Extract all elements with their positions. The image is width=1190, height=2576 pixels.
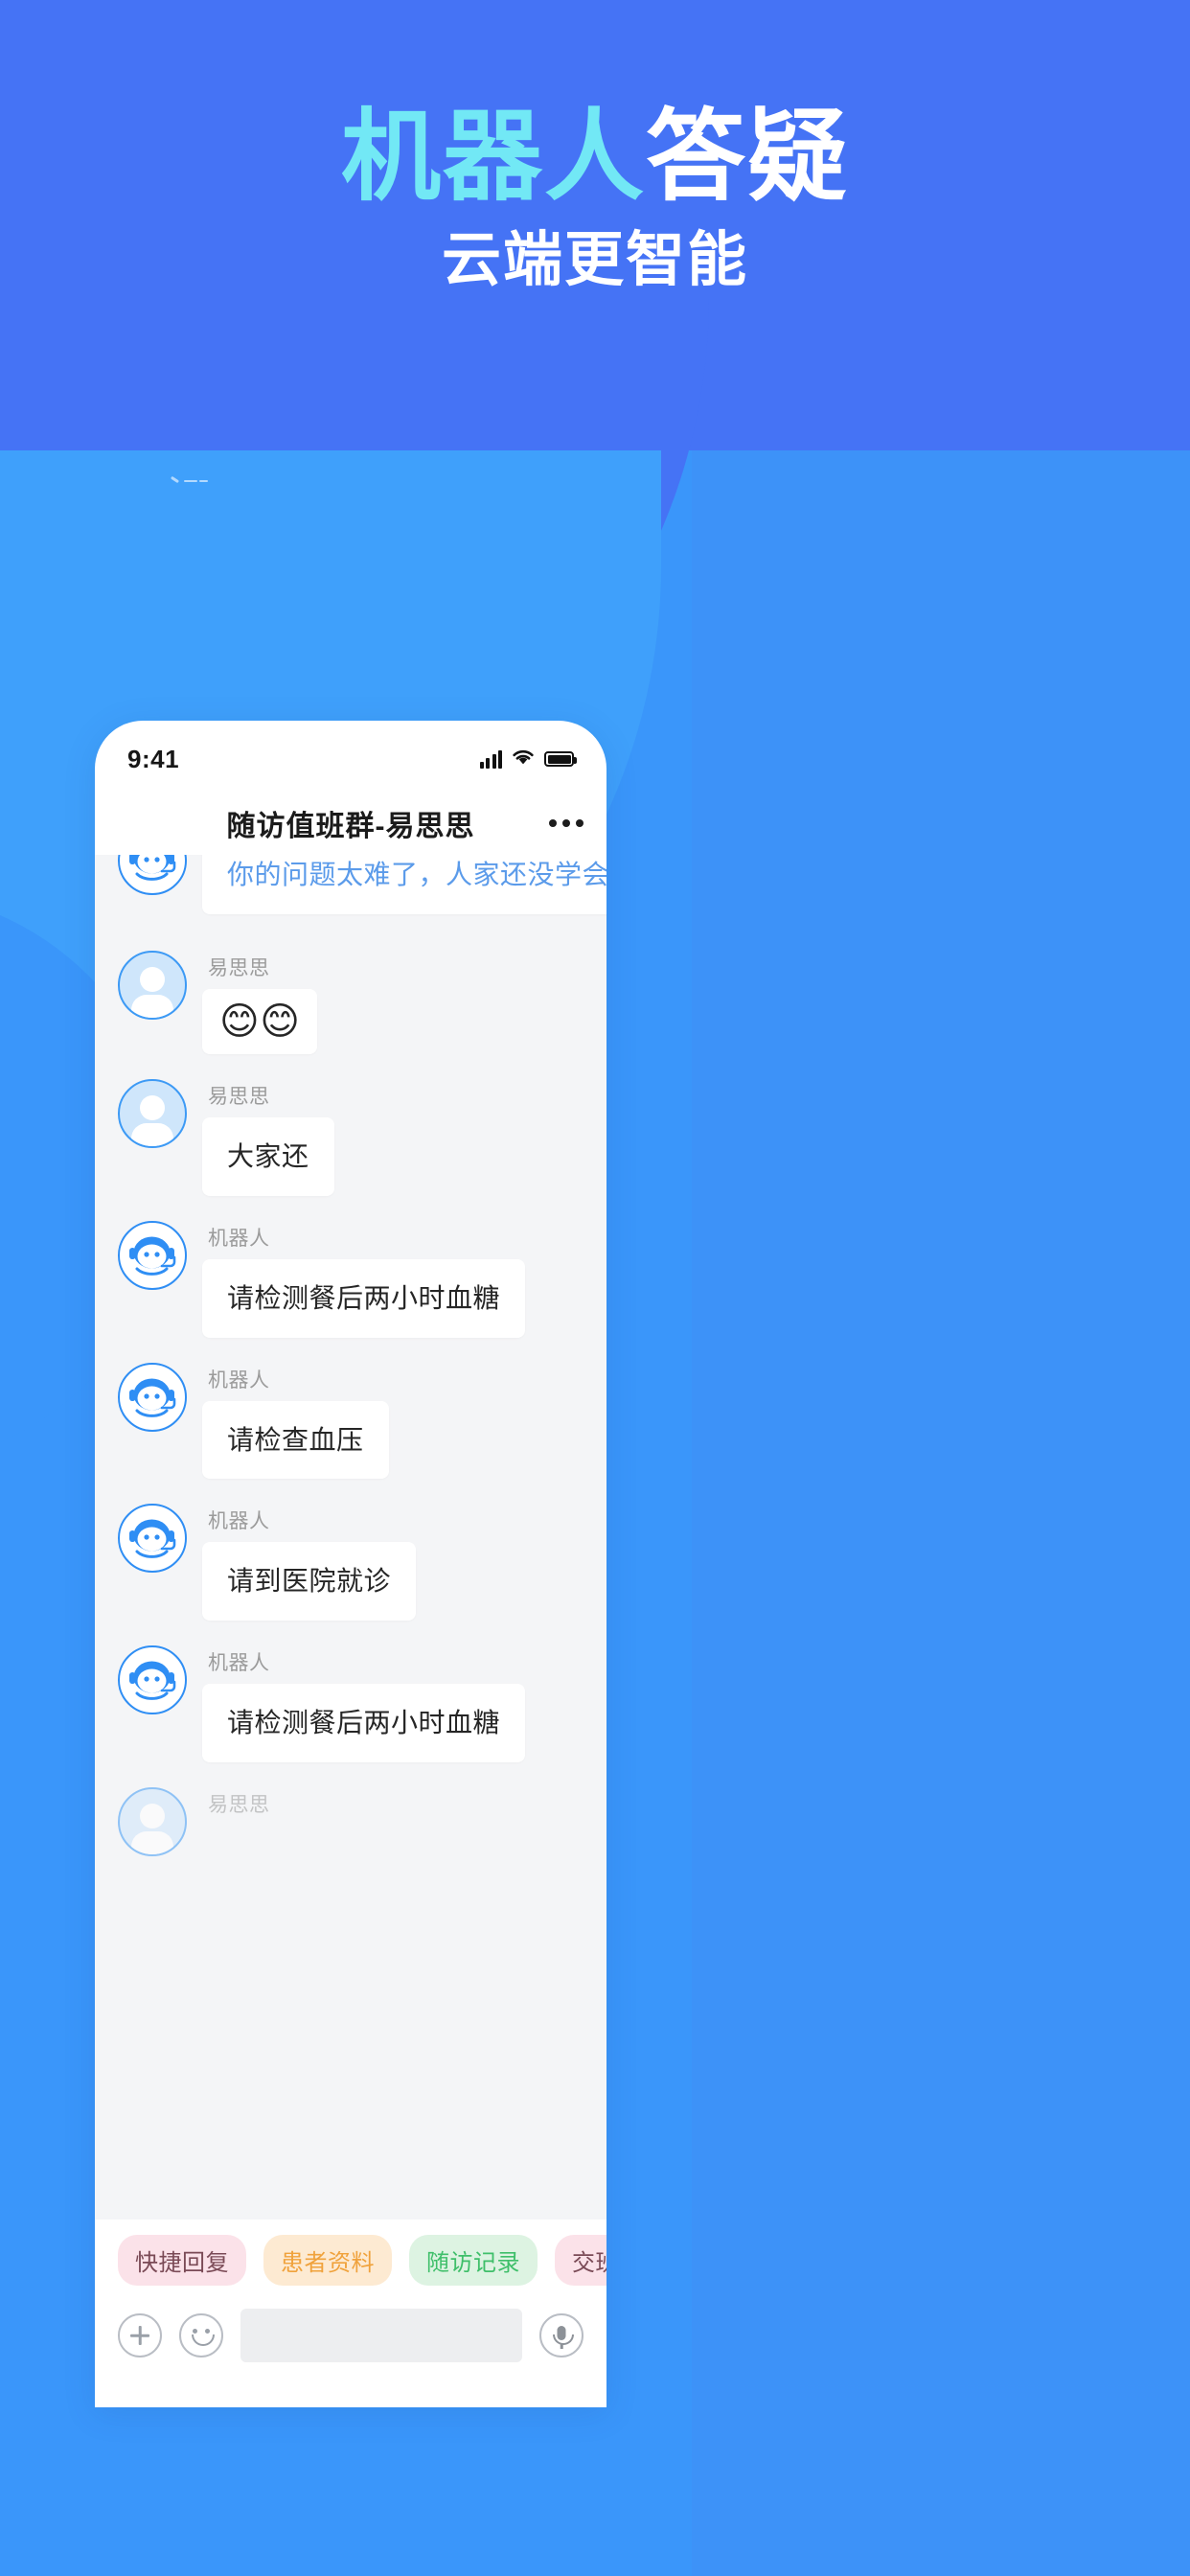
chat-message-sender: 机器人 xyxy=(208,1510,270,1533)
sparkle-decoration-icon xyxy=(170,475,209,486)
robot-avatar[interactable] xyxy=(118,855,187,895)
more-dots-icon[interactable] xyxy=(549,819,584,827)
microphone-icon[interactable] xyxy=(539,2313,584,2358)
chat-message-content: 易思思 xyxy=(202,1787,270,1826)
avatar-body-shape xyxy=(131,995,173,1018)
chat-title: 随访值班群-易思思 xyxy=(226,811,475,842)
chat-message-sender: 易思思 xyxy=(208,1793,270,1816)
robot-avatar[interactable] xyxy=(118,1362,187,1432)
avatar-body-shape xyxy=(131,1123,173,1146)
battery-full-icon xyxy=(544,751,577,767)
page-subtitle: 云端更智能 xyxy=(441,227,748,293)
chat-message-row: 机器人 请到医院就诊 xyxy=(95,1504,606,1622)
message-input-field[interactable] xyxy=(240,2309,522,2362)
mic-stand xyxy=(560,2343,563,2349)
chat-message-content: 机器人 请检测餐后两小时血糖 xyxy=(202,1645,526,1762)
mic-arc xyxy=(553,2334,574,2345)
avatar-head-shape xyxy=(140,967,165,992)
message-input-bar xyxy=(95,2295,606,2387)
chat-message-row: 易思思 大家还 xyxy=(95,1079,606,1196)
chat-message-list[interactable]: 你的问题太难了，人家还没学会~!!~ 易思思 😊😊 xyxy=(95,855,606,2220)
page-title-part-one: 机器人 xyxy=(340,102,646,213)
chat-message-content: 易思思 😊😊 xyxy=(202,951,318,1054)
chat-message-bubble[interactable]: 大家还 xyxy=(202,1117,334,1196)
chat-message-bubble[interactable]: 你的问题太难了，人家还没学会~!!~ xyxy=(202,855,606,914)
chat-message-content: 机器人 请检查血压 xyxy=(202,1363,389,1480)
avatar-head-shape xyxy=(140,1095,165,1120)
chat-message-bubble[interactable]: 请到医院就诊 xyxy=(202,1542,417,1622)
page-title-part-two: 答疑 xyxy=(646,102,850,213)
chat-message-bubble[interactable]: 请检测餐后两小时血糖 xyxy=(202,1258,526,1338)
chat-message-content: 易思思 大家还 xyxy=(202,1079,334,1196)
status-bar-clock: 9:41 xyxy=(127,744,180,773)
chat-message-bubble[interactable]: 请检测餐后两小时血糖 xyxy=(202,1684,526,1762)
chat-message-sender: 易思思 xyxy=(208,1086,270,1108)
robot-avatar[interactable] xyxy=(118,1504,187,1574)
chat-message-content: 机器人 请检测餐后两小时血糖 xyxy=(202,1221,526,1338)
chat-message-sender: 机器人 xyxy=(208,1227,270,1250)
status-bar-indicators xyxy=(479,748,577,770)
chat-message-content: 机器人 请到医院就诊 xyxy=(202,1504,417,1622)
background-right-strip xyxy=(692,450,1190,2576)
plus-circle-icon[interactable] xyxy=(118,2313,162,2358)
robot-avatar[interactable] xyxy=(118,1645,187,1715)
wifi-icon xyxy=(511,748,536,770)
smiley-mouth xyxy=(192,2334,215,2346)
chat-message-sender: 机器人 xyxy=(208,1368,270,1392)
person-avatar[interactable] xyxy=(118,951,187,1020)
phone-mockup: 9:41 随访值班群-易思思 你的问题太难了，人家还没学会 易思思 😊😊 易思思… xyxy=(95,721,606,2407)
chat-message-row: 你的问题太难了，人家还没学会~!!~ xyxy=(95,855,606,914)
person-avatar[interactable] xyxy=(118,1786,187,1856)
avatar-head-shape xyxy=(140,1803,165,1828)
chat-message-row: 机器人 请检测餐后两小时血糖 xyxy=(95,1645,606,1762)
robot-avatar[interactable] xyxy=(118,1220,187,1290)
chat-message-sender: 机器人 xyxy=(208,1652,270,1675)
chip-followup-record[interactable]: 随访记录 xyxy=(409,2235,538,2286)
smiley-eye-right xyxy=(205,2329,210,2334)
smiley-face-icon[interactable] xyxy=(179,2313,223,2358)
chat-message-row: 机器人 请检测餐后两小时血糖 xyxy=(95,1220,606,1338)
chat-message-bubble[interactable]: 请检查血压 xyxy=(202,1400,389,1480)
avatar-body-shape xyxy=(131,1830,173,1854)
chat-message-bubble[interactable]: 😊😊 xyxy=(202,989,318,1054)
quick-action-chips: 快捷回复 患者资料 随访记录 交班 xyxy=(95,2220,606,2295)
status-bar: 9:41 xyxy=(95,721,606,792)
smiley-eye-left xyxy=(193,2329,197,2334)
page-title: 机器人答疑 xyxy=(0,104,1190,211)
chip-patient-profile[interactable]: 患者资料 xyxy=(263,2235,392,2286)
poster-root: 机器人答疑 云端更智能 9:41 随访值班群-易思思 你的问题太难了，人家还没学… xyxy=(0,0,1190,2576)
chat-message-row: 易思思 😊😊 xyxy=(95,951,606,1054)
chat-header: 随访值班群-易思思 xyxy=(95,792,606,855)
chip-quick-reply[interactable]: 快捷回复 xyxy=(118,2235,246,2286)
chat-message-content: 你的问题太难了，人家还没学会~!!~ xyxy=(202,855,606,914)
person-avatar[interactable] xyxy=(118,1079,187,1148)
chat-message-sender: 易思思 xyxy=(208,957,270,979)
chat-scroll-clip: 你的问题太难了，人家还没学会~!!~ xyxy=(95,855,606,926)
cellular-signal-icon xyxy=(479,749,502,769)
chip-shift-handover[interactable]: 交班 xyxy=(555,2235,606,2286)
chat-message-row: 机器人 请检查血压 xyxy=(95,1362,606,1480)
chat-message-row: 易思思 xyxy=(95,1786,606,1856)
